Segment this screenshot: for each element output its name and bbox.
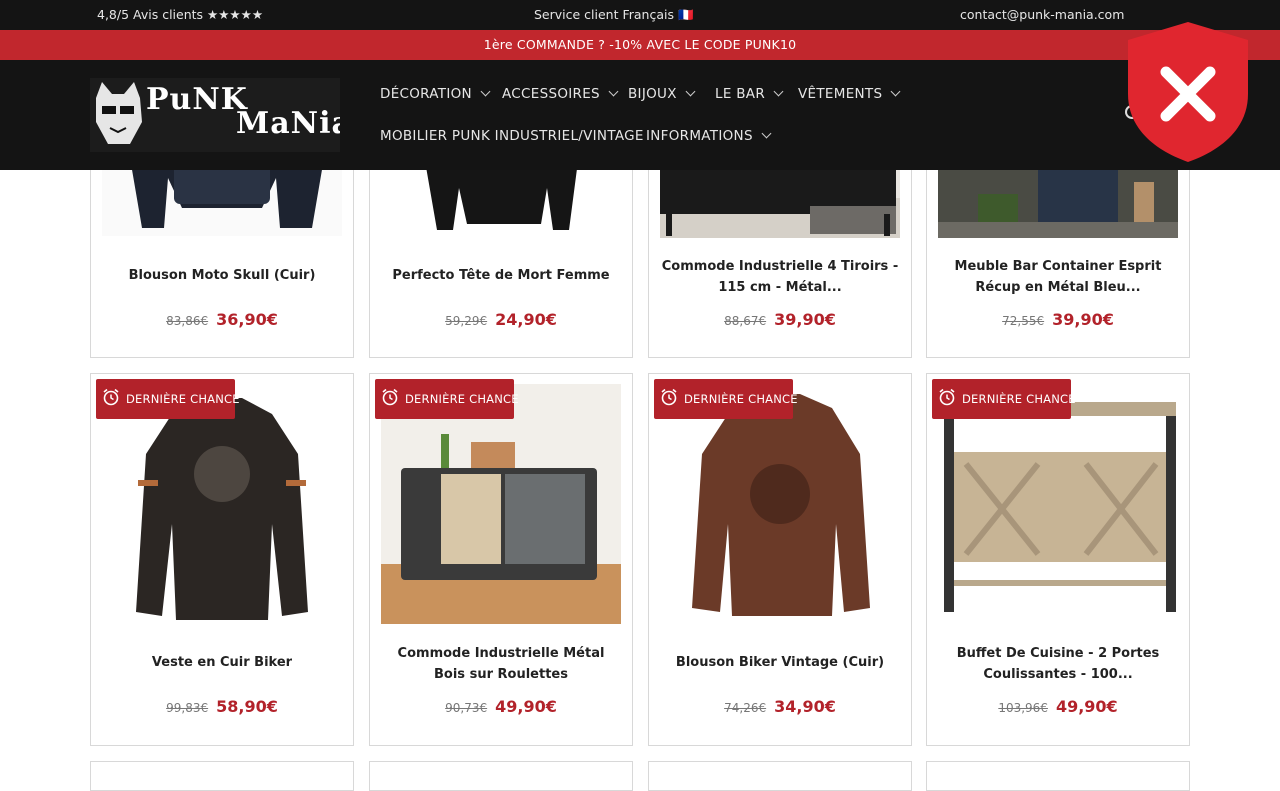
sale-price: 24,90€ (495, 310, 557, 329)
product-price: 103,96€ 49,90€ (927, 697, 1189, 716)
old-price: 59,29€ (445, 314, 488, 328)
product-price: 90,73€ 49,90€ (370, 697, 632, 716)
contact-email[interactable]: contact@punk-mania.com (960, 7, 1124, 22)
product-title[interactable]: Meuble Bar Container Esprit Récup en Mét… (937, 256, 1179, 298)
nav-vetements[interactable]: VÊTEMENTS (798, 86, 901, 102)
product-price: 88,67€ 39,90€ (649, 310, 911, 329)
sale-price: 36,90€ (216, 310, 278, 329)
promo-banner[interactable]: 1ère COMMANDE ? -10% AVEC LE CODE PUNK10 (0, 30, 1280, 60)
old-price: 99,83€ (166, 701, 209, 715)
alarm-clock-icon (103, 388, 119, 406)
product-card[interactable] (369, 761, 633, 791)
chevron-down-icon (761, 128, 772, 139)
product-title[interactable]: Buffet De Cuisine - 2 Portes Coulissante… (937, 643, 1179, 685)
old-price: 103,96€ (998, 701, 1048, 715)
badge-label: DERNIÈRE CHANCE (962, 392, 1076, 406)
last-chance-badge: DERNIÈRE CHANCE (96, 379, 240, 419)
alarm-clock-icon (939, 388, 955, 406)
chevron-down-icon (685, 86, 696, 97)
product-title[interactable]: Veste en Cuir Biker (101, 652, 343, 673)
product-title[interactable]: Blouson Biker Vintage (Cuir) (659, 652, 901, 673)
sale-price: 34,90€ (774, 697, 836, 716)
product-card[interactable]: DERNIÈRE CHANCE Blouson Biker Vintage (C… (648, 373, 912, 746)
product-image[interactable] (660, 384, 900, 624)
old-price: 83,86€ (166, 314, 209, 328)
site-header: PuNK MaNia DÉCORATION ACCESSOIRES BIJOUX… (0, 60, 1280, 170)
chevron-down-icon (608, 86, 619, 97)
sale-price: 39,90€ (774, 310, 836, 329)
badge-label: DERNIÈRE CHANCE (684, 392, 798, 406)
product-card[interactable]: DERNIÈRE CHANCE Buffet De Cuisine - 2 Po… (926, 373, 1190, 746)
old-price: 72,55€ (1002, 314, 1045, 328)
product-card[interactable]: DERNIÈRE CHANCE Commode Industrielle Mét… (369, 373, 633, 746)
product-card[interactable]: DERNIÈRE CHANCE Veste en Cuir Biker 99,8… (90, 373, 354, 746)
nav-mobilier[interactable]: MOBILIER PUNK INDUSTRIEL/VINTAGE (380, 128, 644, 144)
logo-text-mania: MaNia (236, 106, 340, 141)
product-image[interactable] (381, 384, 621, 624)
old-price: 74,26€ (724, 701, 767, 715)
chevron-down-icon (773, 86, 784, 97)
badge-label: DERNIÈRE CHANCE (405, 392, 519, 406)
product-title[interactable]: Commode Industrielle Métal Bois sur Roul… (380, 643, 622, 685)
product-title[interactable]: Blouson Moto Skull (Cuir) (101, 265, 343, 286)
nav-decoration[interactable]: DÉCORATION (380, 86, 491, 102)
chevron-down-icon (480, 86, 491, 97)
product-card[interactable] (926, 761, 1190, 791)
product-card[interactable] (648, 761, 912, 791)
product-price: 74,26€ 34,90€ (649, 697, 911, 716)
sale-price: 49,90€ (1055, 697, 1118, 716)
product-image[interactable] (102, 384, 342, 624)
cat-logo-icon (96, 82, 142, 144)
last-chance-badge: DERNIÈRE CHANCE (654, 379, 798, 419)
sale-price: 39,90€ (1052, 310, 1114, 329)
sale-price: 49,90€ (495, 697, 557, 716)
logo-text-punk: PuNK (146, 82, 248, 117)
alarm-clock-icon (382, 388, 398, 406)
product-price: 72,55€ 39,90€ (927, 310, 1189, 329)
product-title[interactable]: Commode Industrielle 4 Tiroirs - 115 cm … (659, 256, 901, 298)
product-card[interactable] (90, 761, 354, 791)
nav-informations[interactable]: INFORMATIONS (646, 128, 772, 144)
last-chance-badge: DERNIÈRE CHANCE (375, 379, 519, 419)
product-image[interactable] (938, 384, 1178, 624)
alarm-clock-icon (661, 388, 677, 406)
reviews-rating[interactable]: 4,8/5 Avis clients ★★★★★ (97, 7, 263, 22)
product-price: 59,29€ 24,90€ (370, 310, 632, 329)
chevron-down-icon (890, 86, 901, 97)
site-logo[interactable]: PuNK MaNia (90, 78, 340, 152)
top-info-bar: 4,8/5 Avis clients ★★★★★ Service client … (0, 0, 1280, 30)
shield-x-icon[interactable] (1126, 20, 1250, 164)
product-price: 99,83€ 58,90€ (91, 697, 353, 716)
nav-bijoux[interactable]: BIJOUX (628, 86, 696, 102)
old-price: 90,73€ (445, 701, 488, 715)
nav-accessoires[interactable]: ACCESSOIRES (502, 86, 619, 102)
nav-le-bar[interactable]: LE BAR (715, 86, 784, 102)
product-title[interactable]: Perfecto Tête de Mort Femme (380, 265, 622, 286)
last-chance-badge: DERNIÈRE CHANCE (932, 379, 1076, 419)
product-price: 83,86€ 36,90€ (91, 310, 353, 329)
badge-label: DERNIÈRE CHANCE (126, 392, 240, 406)
old-price: 88,67€ (724, 314, 767, 328)
customer-service-info: Service client Français 🇫🇷 (534, 7, 694, 22)
sale-price: 58,90€ (216, 697, 278, 716)
